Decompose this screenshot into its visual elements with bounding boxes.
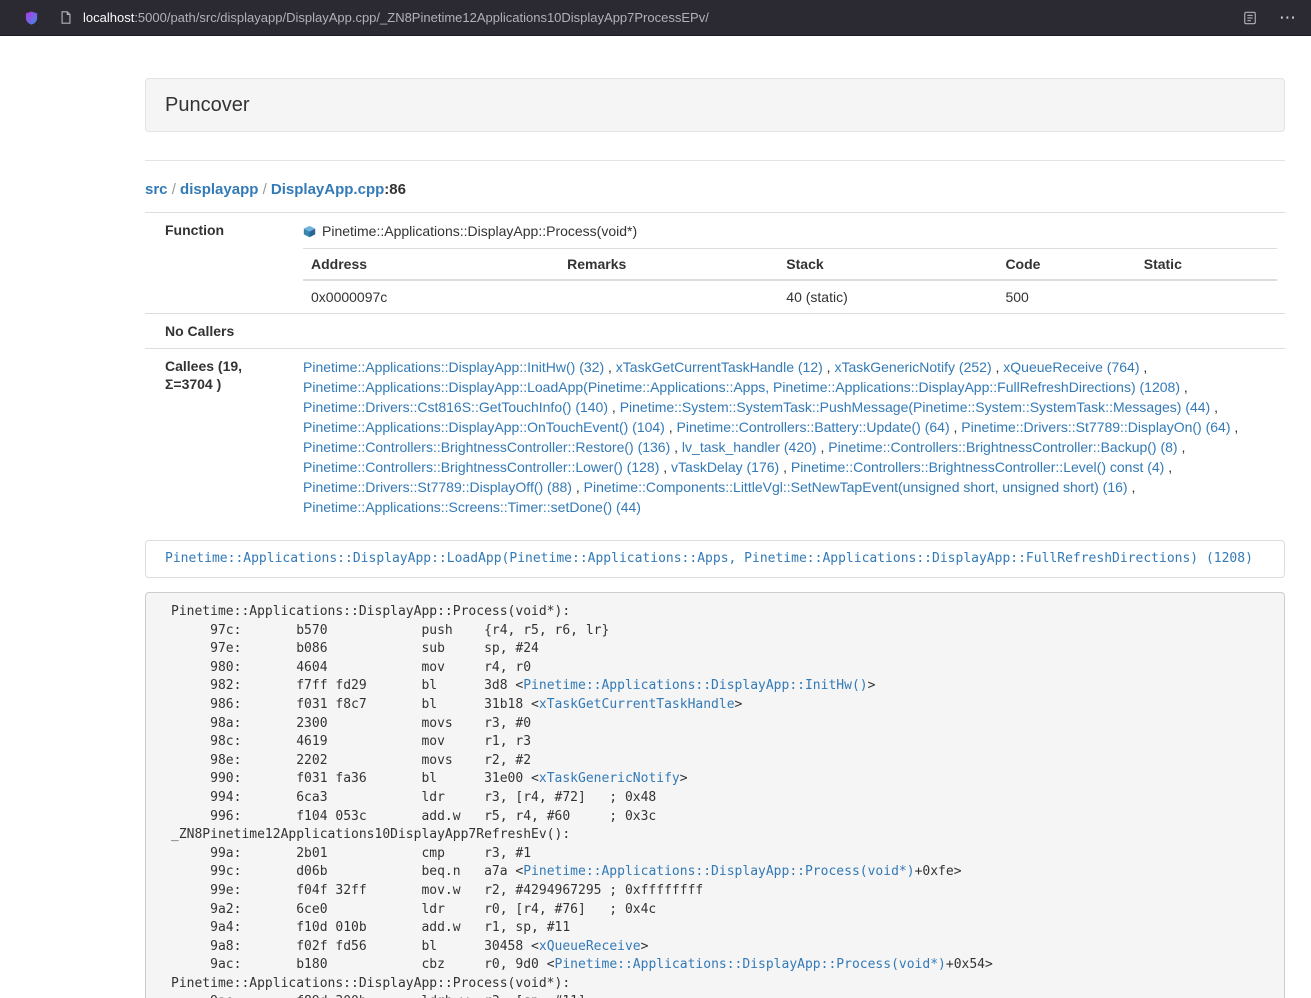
breadcrumb-link[interactable]: src bbox=[145, 181, 168, 198]
stats-header-remarks: Remarks bbox=[559, 249, 778, 281]
callee-link[interactable]: vTaskDelay (176) bbox=[671, 459, 779, 475]
divider bbox=[145, 160, 1285, 161]
breadcrumb-separator: / bbox=[258, 181, 271, 198]
stats-header-static: Static bbox=[1136, 249, 1277, 281]
shield-icon[interactable] bbox=[24, 10, 39, 26]
assembly-symbol-link[interactable]: Pinetime::Applications::DisplayApp::Proc… bbox=[523, 864, 914, 879]
stats-header-stack: Stack bbox=[778, 249, 997, 281]
callee-link[interactable]: Pinetime::Applications::DisplayApp::Load… bbox=[303, 379, 1180, 395]
callee-link[interactable]: Pinetime::Applications::Screens::Timer::… bbox=[303, 499, 641, 515]
stats-header-code: Code bbox=[997, 249, 1135, 281]
page-content: Puncover src / displayapp / DisplayApp.c… bbox=[145, 36, 1285, 998]
no-callers-row: No Callers bbox=[145, 314, 1285, 349]
callees-label: Callees (19, Σ=3704 ) bbox=[145, 349, 295, 526]
callee-link[interactable]: Pinetime::Controllers::BrightnessControl… bbox=[791, 459, 1164, 475]
url-path: :5000/path/src/displayapp/DisplayApp.cpp… bbox=[134, 10, 709, 25]
breadcrumb-link[interactable]: DisplayApp.cpp bbox=[271, 181, 384, 198]
stats-header-address: Address bbox=[303, 249, 559, 281]
function-cell: Pinetime::Applications::DisplayApp::Proc… bbox=[295, 213, 1285, 314]
function-row: Function Pinetime::Applications::Display… bbox=[145, 213, 1285, 314]
callee-link[interactable]: Pinetime::Controllers::BrightnessControl… bbox=[303, 459, 659, 475]
callee-link[interactable]: Pinetime::Applications::DisplayApp::Init… bbox=[303, 359, 604, 375]
callee-link[interactable]: xTaskGenericNotify (252) bbox=[834, 359, 991, 375]
assembly-symbol-link[interactable]: Pinetime::Applications::DisplayApp::Init… bbox=[523, 678, 867, 693]
function-name: Pinetime::Applications::DisplayApp::Proc… bbox=[322, 223, 637, 239]
stats-stack: 40 (static) bbox=[778, 280, 997, 313]
stats-table: Address Remarks Stack Code Static 0x0000… bbox=[303, 248, 1277, 313]
browser-chrome: localhost:5000/path/src/displayapp/Displ… bbox=[0, 0, 1311, 36]
callee-link[interactable]: Pinetime::Drivers::Cst816S::GetTouchInfo… bbox=[303, 399, 608, 415]
callee-link[interactable]: Pinetime::Applications::DisplayApp::OnTo… bbox=[303, 419, 665, 435]
callee-link[interactable]: Pinetime::Components::LittleVgl::SetNewT… bbox=[584, 479, 1128, 495]
stats-address: 0x0000097c bbox=[303, 280, 559, 313]
function-table: Function Pinetime::Applications::Display… bbox=[145, 212, 1285, 525]
callee-link[interactable]: xQueueReceive (764) bbox=[1003, 359, 1139, 375]
assembly-code: Pinetime::Applications::DisplayApp::Proc… bbox=[145, 592, 1285, 998]
assembly-symbol-link[interactable]: xTaskGenericNotify bbox=[539, 771, 680, 786]
app-title: Puncover bbox=[165, 94, 250, 116]
callee-link[interactable]: lv_task_handler (420) bbox=[682, 439, 817, 455]
stats-value-row: 0x0000097c 40 (static) 500 bbox=[303, 280, 1277, 313]
stats-static bbox=[1136, 280, 1277, 313]
callee-link[interactable]: Pinetime::Drivers::St7789::DisplayOff() … bbox=[303, 479, 572, 495]
stats-header-row: Address Remarks Stack Code Static bbox=[303, 249, 1277, 281]
callees-row: Callees (19, Σ=3704 ) Pinetime::Applicat… bbox=[145, 349, 1285, 526]
callees-list: Pinetime::Applications::DisplayApp::Init… bbox=[295, 349, 1285, 526]
breadcrumb: src / displayapp / DisplayApp.cpp:86 bbox=[145, 180, 1285, 199]
callee-link[interactable]: Pinetime::Drivers::St7789::DisplayOn() (… bbox=[961, 419, 1230, 435]
callee-link[interactable]: Pinetime::System::SystemTask::PushMessag… bbox=[620, 399, 1211, 415]
app-title-box: Puncover bbox=[145, 78, 1285, 132]
callee-link[interactable]: xTaskGetCurrentTaskHandle (12) bbox=[616, 359, 823, 375]
breadcrumb-separator: / bbox=[168, 181, 181, 198]
stats-code: 500 bbox=[997, 280, 1135, 313]
callee-link[interactable]: Pinetime::Controllers::BrightnessControl… bbox=[303, 439, 670, 455]
stats-remarks bbox=[559, 280, 778, 313]
breadcrumb-line-number: :86 bbox=[384, 181, 406, 198]
callers-list bbox=[295, 314, 1285, 349]
breadcrumb-link[interactable]: displayapp bbox=[180, 181, 258, 198]
url-host: localhost bbox=[83, 10, 134, 25]
method-cube-icon bbox=[303, 223, 316, 243]
callee-link[interactable]: Pinetime::Controllers::BrightnessControl… bbox=[828, 439, 1177, 455]
page-info-icon[interactable] bbox=[59, 10, 73, 25]
assembly-symbol-link[interactable]: xTaskGetCurrentTaskHandle bbox=[539, 697, 735, 712]
assembly-symbol-link[interactable]: Pinetime::Applications::DisplayApp::Proc… bbox=[555, 957, 946, 972]
overflow-menu-icon[interactable]: ⋯ bbox=[1279, 9, 1297, 26]
url-bar[interactable]: localhost:5000/path/src/displayapp/Displ… bbox=[83, 10, 1243, 25]
symbol-link[interactable]: Pinetime::Applications::DisplayApp::Load… bbox=[165, 551, 1253, 566]
no-callers-label: No Callers bbox=[145, 314, 295, 349]
symbol-highlight-box: Pinetime::Applications::DisplayApp::Load… bbox=[145, 540, 1285, 578]
assembly-symbol-link[interactable]: xQueueReceive bbox=[539, 939, 641, 954]
function-row-label: Function bbox=[145, 213, 295, 314]
reader-view-icon[interactable] bbox=[1243, 11, 1257, 25]
callee-link[interactable]: Pinetime::Controllers::Battery::Update()… bbox=[677, 419, 950, 435]
